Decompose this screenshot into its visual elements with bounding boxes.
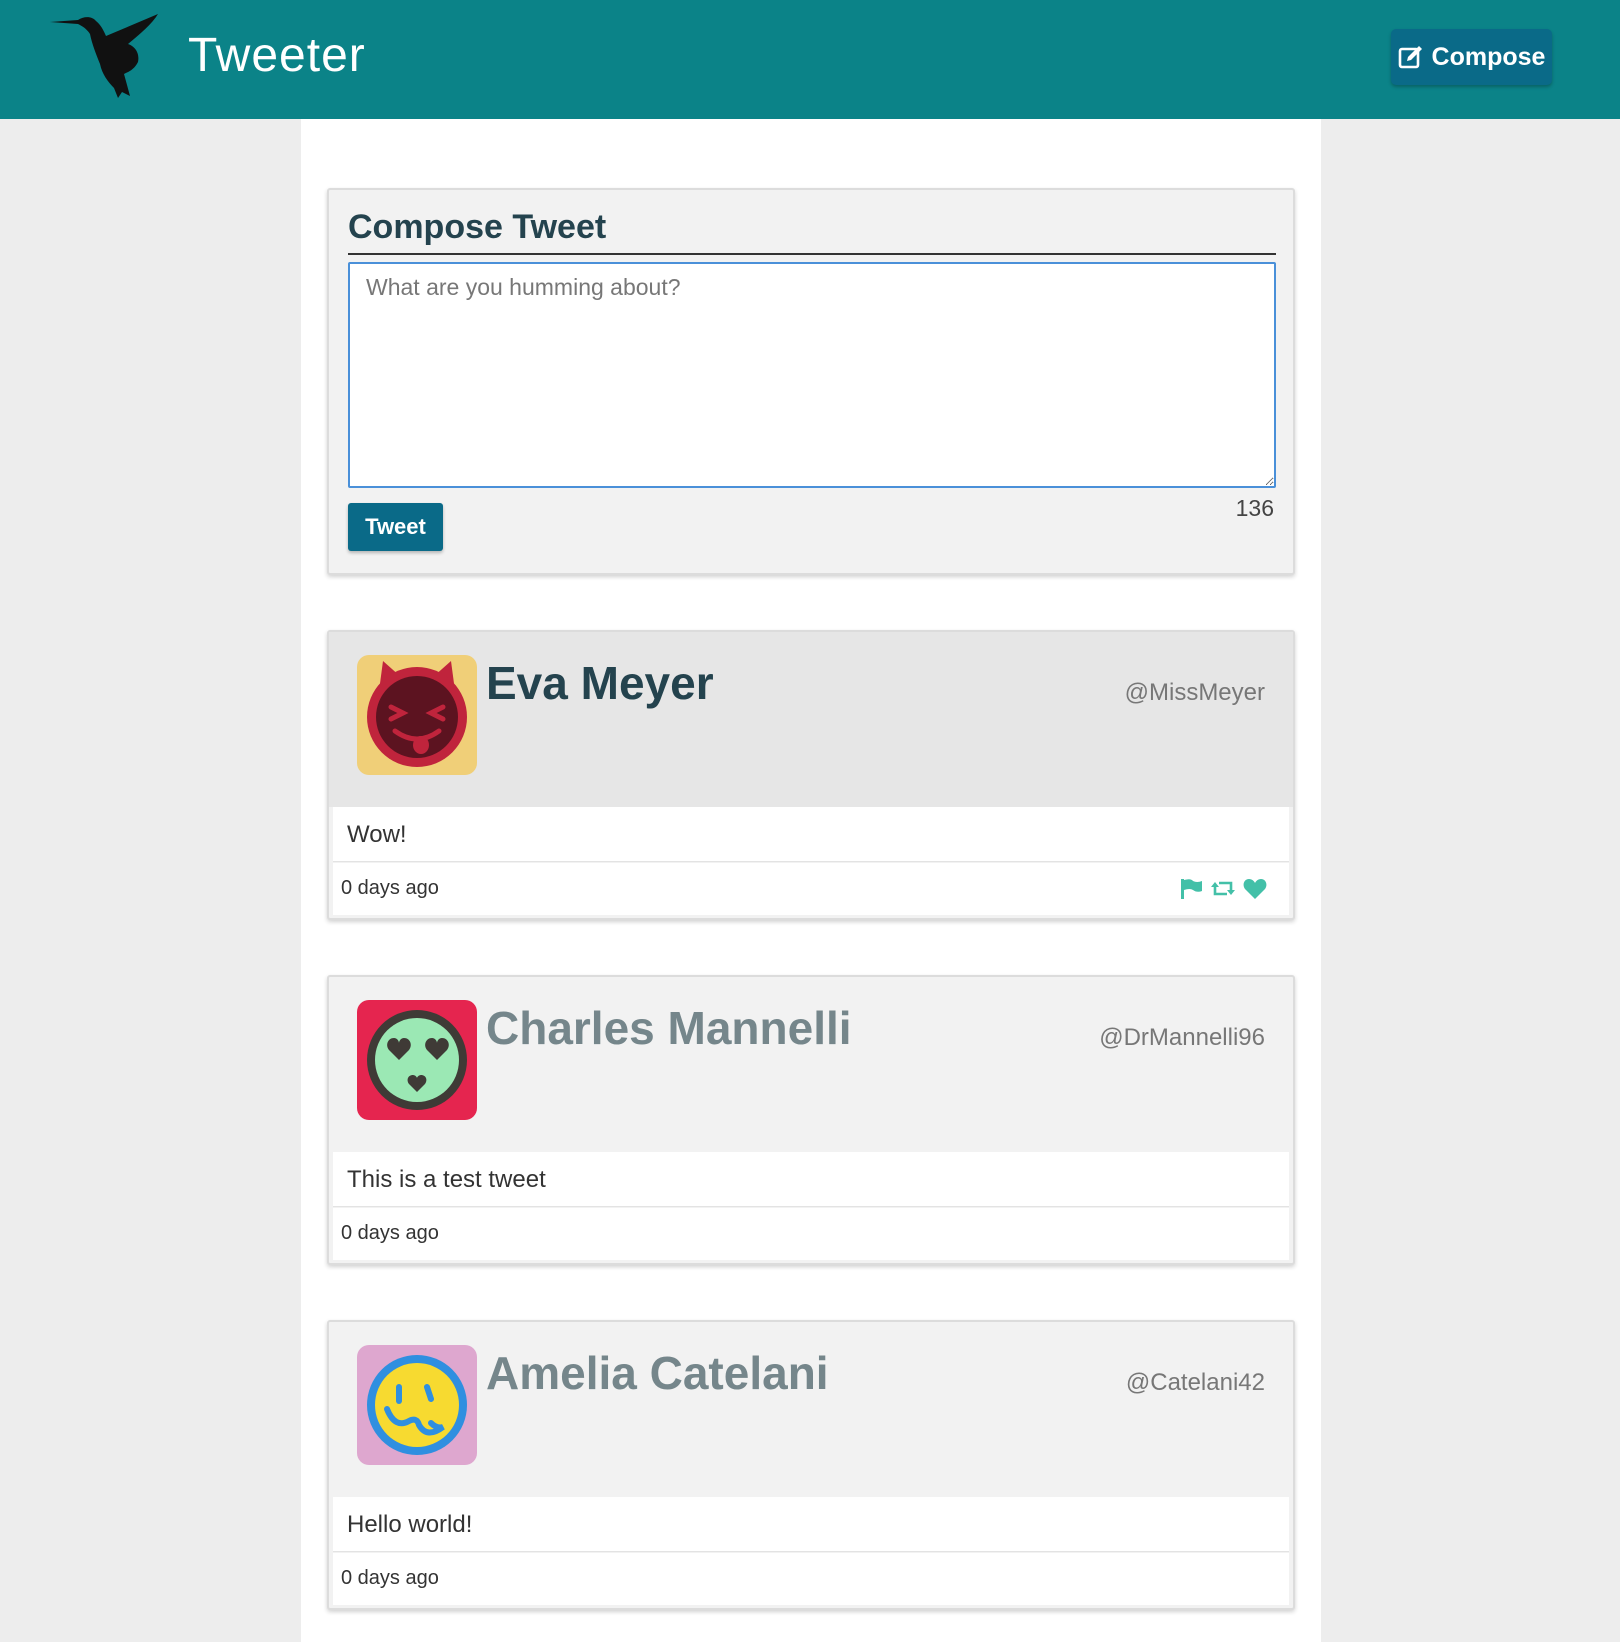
tweet-card: Amelia Catelani @Catelani42 Hello world!… (327, 1320, 1295, 1610)
retweet-icon[interactable] (1211, 878, 1235, 900)
tweet-actions (1179, 878, 1267, 900)
tweet-header: Charles Mannelli @DrMannelli96 (329, 977, 1293, 1152)
tweet-author-name: Eva Meyer (486, 657, 714, 709)
heart-eyes-face-icon (357, 1000, 477, 1120)
heart-icon[interactable] (1243, 878, 1267, 900)
tweet-author-handle: @DrMannelli96 (1099, 1024, 1265, 1051)
tweet-card: Eva Meyer @MissMeyer Wow! 0 days ago (327, 630, 1295, 920)
brand-title[interactable]: Tweeter (188, 28, 366, 83)
tweet-author-handle: @MissMeyer (1124, 679, 1265, 706)
tweet-footer: 0 days ago (333, 1208, 1289, 1260)
char-counter: 136 (1235, 495, 1274, 521)
top-nav: Tweeter Compose (0, 0, 1620, 119)
tweet-author-name: Charles Mannelli (486, 1002, 852, 1054)
tweet-footer: 0 days ago (333, 1553, 1289, 1605)
compose-title: Compose Tweet (348, 208, 1276, 255)
hummingbird-logo-icon (50, 14, 158, 98)
tweet-author-name: Amelia Catelani (486, 1347, 829, 1399)
tweet-text: This is a test tweet (333, 1152, 1289, 1207)
flag-icon[interactable] (1179, 878, 1203, 900)
main-column: Compose Tweet Tweet 136 Eva Meyer (301, 119, 1321, 1642)
tweet-author-handle: @Catelani42 (1125, 1369, 1265, 1396)
tweet-timestamp: 0 days ago (341, 1222, 439, 1244)
tweet-timestamp: 0 days ago (341, 1567, 439, 1589)
tweet-text: Hello world! (333, 1497, 1289, 1552)
tweet-text: Wow! (333, 807, 1289, 862)
tweet-footer: 0 days ago (333, 863, 1289, 915)
avatar (357, 1345, 477, 1465)
mustache-face-icon (357, 1345, 477, 1465)
tweet-input[interactable] (348, 262, 1276, 488)
avatar (357, 1000, 477, 1120)
tweet-submit-button[interactable]: Tweet (348, 503, 443, 551)
tweet-card: Charles Mannelli @DrMannelli96 This is a… (327, 975, 1295, 1265)
avatar (357, 655, 477, 775)
devil-face-icon (357, 655, 477, 775)
compose-tweet-panel: Compose Tweet Tweet 136 (327, 188, 1295, 575)
compose-button[interactable]: Compose (1391, 29, 1552, 85)
edit-icon (1398, 46, 1422, 69)
compose-button-label: Compose (1431, 42, 1546, 71)
tweet-header: Eva Meyer @MissMeyer (329, 632, 1293, 807)
tweet-header: Amelia Catelani @Catelani42 (329, 1322, 1293, 1497)
tweet-timestamp: 0 days ago (341, 877, 439, 899)
